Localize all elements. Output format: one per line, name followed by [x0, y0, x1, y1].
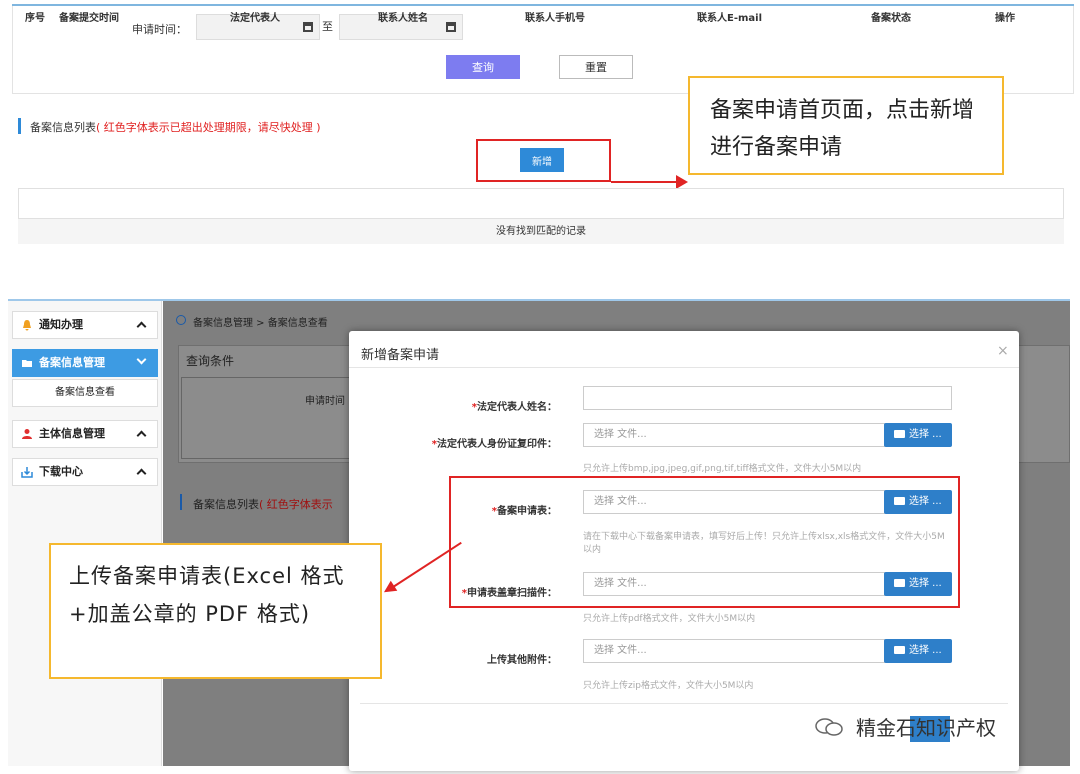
id-copy-file-input[interactable]: 选择 文件...: [583, 423, 885, 447]
col-header: 操作: [995, 13, 1015, 24]
sidebar-item-label: 主体信息管理: [39, 427, 105, 440]
id-copy-choose-button[interactable]: 选择 ...: [884, 423, 952, 447]
list-title-text: 备案信息列表: [30, 121, 96, 134]
field-label-text: 上传其他附件：: [487, 655, 557, 666]
wechat-icon: [815, 718, 843, 736]
folder-icon: [22, 360, 32, 367]
chevron-up-icon: [136, 468, 147, 479]
user-group-icon: [176, 315, 186, 325]
sidebar-item-download[interactable]: 下载中心: [12, 458, 158, 486]
section-marker: [18, 118, 21, 134]
col-header: 序号: [25, 13, 45, 24]
modal-divider: [349, 367, 1019, 368]
empty-table-message: 没有找到匹配的记录: [18, 219, 1064, 244]
choose-label: 选择 ...: [909, 645, 942, 656]
sidebar-item-filing[interactable]: 备案信息管理: [12, 349, 158, 377]
chevron-down-icon: [136, 354, 147, 365]
field-label-text: 法定代表人姓名：: [477, 402, 557, 413]
other-attachments-hint: 只允许上传zip格式文件，文件大小5M以内: [583, 681, 754, 691]
folder-open-icon: [894, 430, 905, 438]
id-copy-hint: 只允许上传bmp,jpg,jpeg,gif,png,tif,tiff格式文件，文…: [583, 464, 862, 474]
calendar-icon[interactable]: [446, 22, 456, 32]
date-to-separator: 至: [322, 20, 333, 33]
col-header: 联系人E-mail: [697, 13, 763, 24]
sidebar-item-entity[interactable]: 主体信息管理: [12, 420, 158, 448]
chevron-up-icon: [136, 430, 147, 441]
sidebar-item-label: 通知办理: [39, 318, 83, 331]
query-button[interactable]: 查询: [446, 55, 520, 79]
callout-upload-instruction: 上传备案申请表(Excel 格式+加盖公章的 PDF 格式): [49, 543, 382, 679]
other-attachments-choose-button[interactable]: 选择 ...: [884, 639, 952, 663]
stamped-scan-hint: 只允许上传pdf格式文件，文件大小5M以内: [583, 614, 756, 624]
list-title-note: ( 红色字体表示已超出处理期限，请尽快处理 ): [96, 121, 321, 134]
folder-open-icon: [894, 646, 905, 654]
modal-footer-divider: [360, 703, 1008, 704]
close-icon[interactable]: ×: [997, 343, 1009, 359]
download-icon: [21, 467, 33, 478]
date-range-label: 申请时间：: [132, 23, 187, 36]
sidebar-item-label: 下载中心: [39, 465, 83, 478]
query-panel-title: 查询条件: [186, 354, 235, 368]
col-header: 联系人姓名: [378, 13, 428, 24]
field-label-legal-rep-name: *法定代表人姓名：: [337, 398, 557, 413]
annotation-box-upload: [449, 476, 960, 608]
list-title: 备案信息列表( 红色字体表示已超出处理期限，请尽快处理 ): [30, 119, 321, 135]
chevron-up-icon: [136, 321, 147, 332]
ghost-list-title: 备案信息列表( 红色字体表示: [193, 496, 333, 512]
callout-add-instruction: 备案申请首页面，点击新增进行备案申请: [688, 76, 1004, 175]
annotation-arrow-line: [611, 181, 677, 183]
sidebar-subitem-filing-view[interactable]: 备案信息查看: [12, 379, 158, 407]
user-icon: [22, 429, 32, 439]
annotation-box-add: [476, 139, 611, 182]
col-header: 备案提交时间: [59, 13, 119, 24]
calendar-icon[interactable]: [303, 22, 313, 32]
field-label-text: 法定代表人身份证复印件：: [437, 439, 557, 450]
modal-title: 新增备案申请: [361, 348, 440, 363]
bell-icon: [23, 320, 31, 331]
watermark-text: 精金石知识产权: [856, 716, 996, 740]
ghost-list-title-text: 备案信息列表: [193, 498, 259, 511]
annotation-arrow-head: [676, 175, 688, 189]
ghost-list-title-note: ( 红色字体表示: [259, 498, 333, 511]
section-marker: [180, 494, 182, 510]
col-header: 法定代表人: [230, 13, 280, 24]
reset-button[interactable]: 重置: [559, 55, 633, 79]
query-panel-body: [181, 377, 351, 459]
breadcrumb: 备案信息管理 > 备案信息查看: [193, 318, 328, 329]
legal-rep-name-input[interactable]: [583, 386, 952, 410]
records-table-header: [18, 188, 1064, 219]
field-label-id-copy: *法定代表人身份证复印件：: [337, 435, 557, 450]
col-header: 备案状态: [871, 13, 911, 24]
other-attachments-file-input[interactable]: 选择 文件...: [583, 639, 885, 663]
col-header: 联系人手机号: [525, 13, 585, 24]
sidebar-item-label: 备案信息管理: [39, 356, 105, 369]
choose-label: 选择 ...: [909, 429, 942, 440]
sidebar-item-notice[interactable]: 通知办理: [12, 311, 158, 339]
